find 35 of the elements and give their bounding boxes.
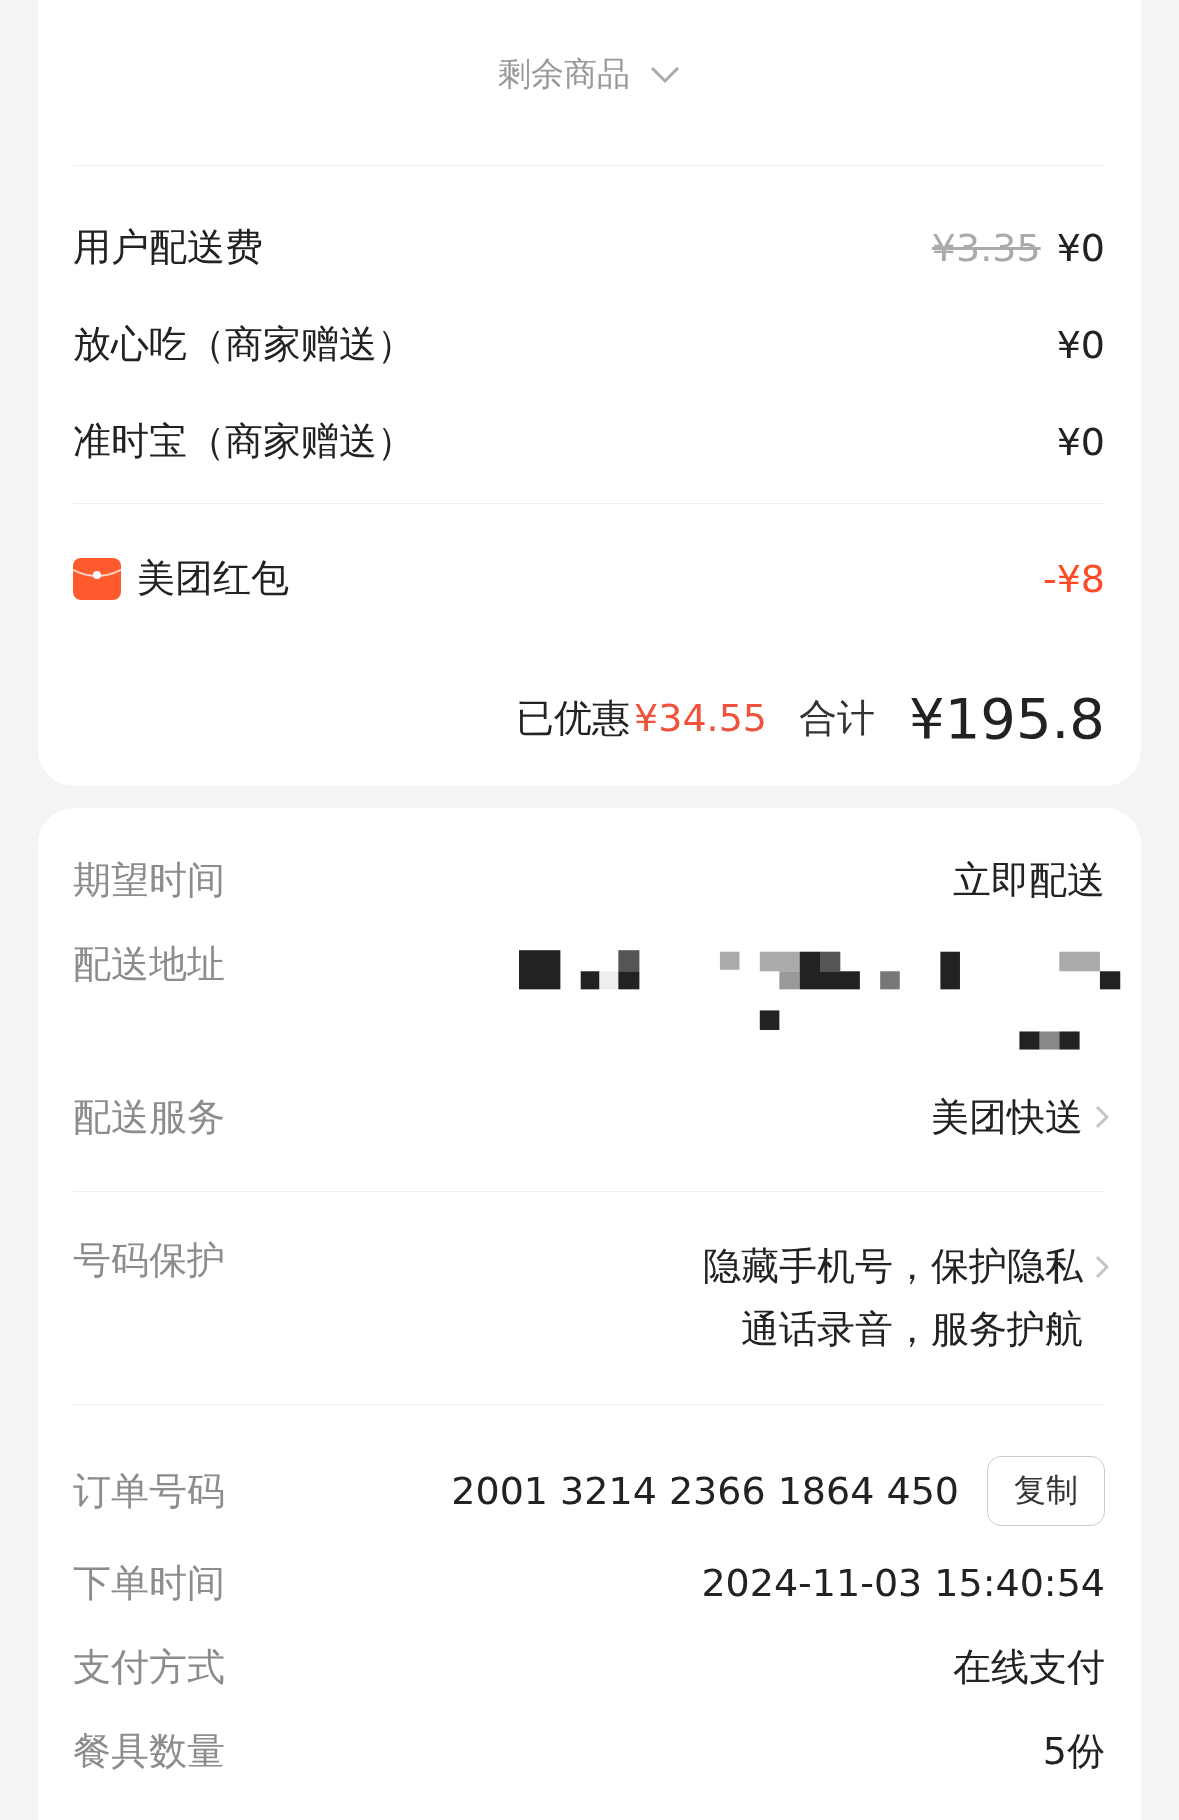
field-value: 2024-11-03 15:40:54 — [701, 1561, 1105, 1605]
field-label: 号码保护 — [73, 1237, 225, 1284]
fee-label: 放心吃（商家赠送） — [73, 321, 415, 368]
discount-amount: -¥8 — [1042, 556, 1105, 601]
field-label: 配送服务 — [73, 1093, 225, 1141]
fee-price: ¥0 — [1056, 322, 1105, 367]
coupon-label: 美团红包 — [137, 555, 289, 602]
order-number: 2001 3214 2366 1864 450 — [451, 1469, 959, 1513]
discount-label: 已优惠 — [516, 694, 631, 742]
field-label: 期望时间 — [73, 856, 225, 904]
original-price: ¥3.35 — [931, 225, 1041, 270]
total-label: 合计 — [799, 694, 876, 742]
envelope-icon — [73, 557, 121, 600]
chevron-down-icon — [650, 65, 680, 84]
field-label: 支付方式 — [73, 1643, 225, 1691]
fee-label: 准时宝（商家赠送） — [73, 418, 415, 465]
field-label: 配送地址 — [73, 941, 225, 988]
field-label: 订单号码 — [73, 1467, 225, 1515]
discount-total: ¥34.55 — [634, 696, 768, 740]
field-label: 下单时间 — [73, 1559, 225, 1607]
more-items-label: 剩余商品 — [498, 53, 630, 95]
fee-price: ¥0 — [1056, 419, 1105, 464]
field-value: 隐藏手机号，保护隐私 — [703, 1243, 1083, 1290]
copy-button[interactable]: 复制 — [987, 1456, 1105, 1526]
field-label: 餐具数量 — [73, 1727, 225, 1775]
field-value: 通话录音，服务护航 — [741, 1306, 1083, 1353]
field-value: 5份 — [1042, 1727, 1105, 1775]
total-price: ¥195.8 — [909, 685, 1105, 751]
field-value: 在线支付 — [953, 1643, 1105, 1691]
fee-price: ¥0 — [1056, 225, 1105, 270]
field-value: 美团快送 — [931, 1093, 1083, 1141]
chevron-right-icon — [1095, 1105, 1109, 1129]
chevron-right-icon — [1095, 1255, 1109, 1279]
field-value: 立即配送 — [953, 856, 1105, 904]
fee-label: 用户配送费 — [73, 224, 263, 271]
